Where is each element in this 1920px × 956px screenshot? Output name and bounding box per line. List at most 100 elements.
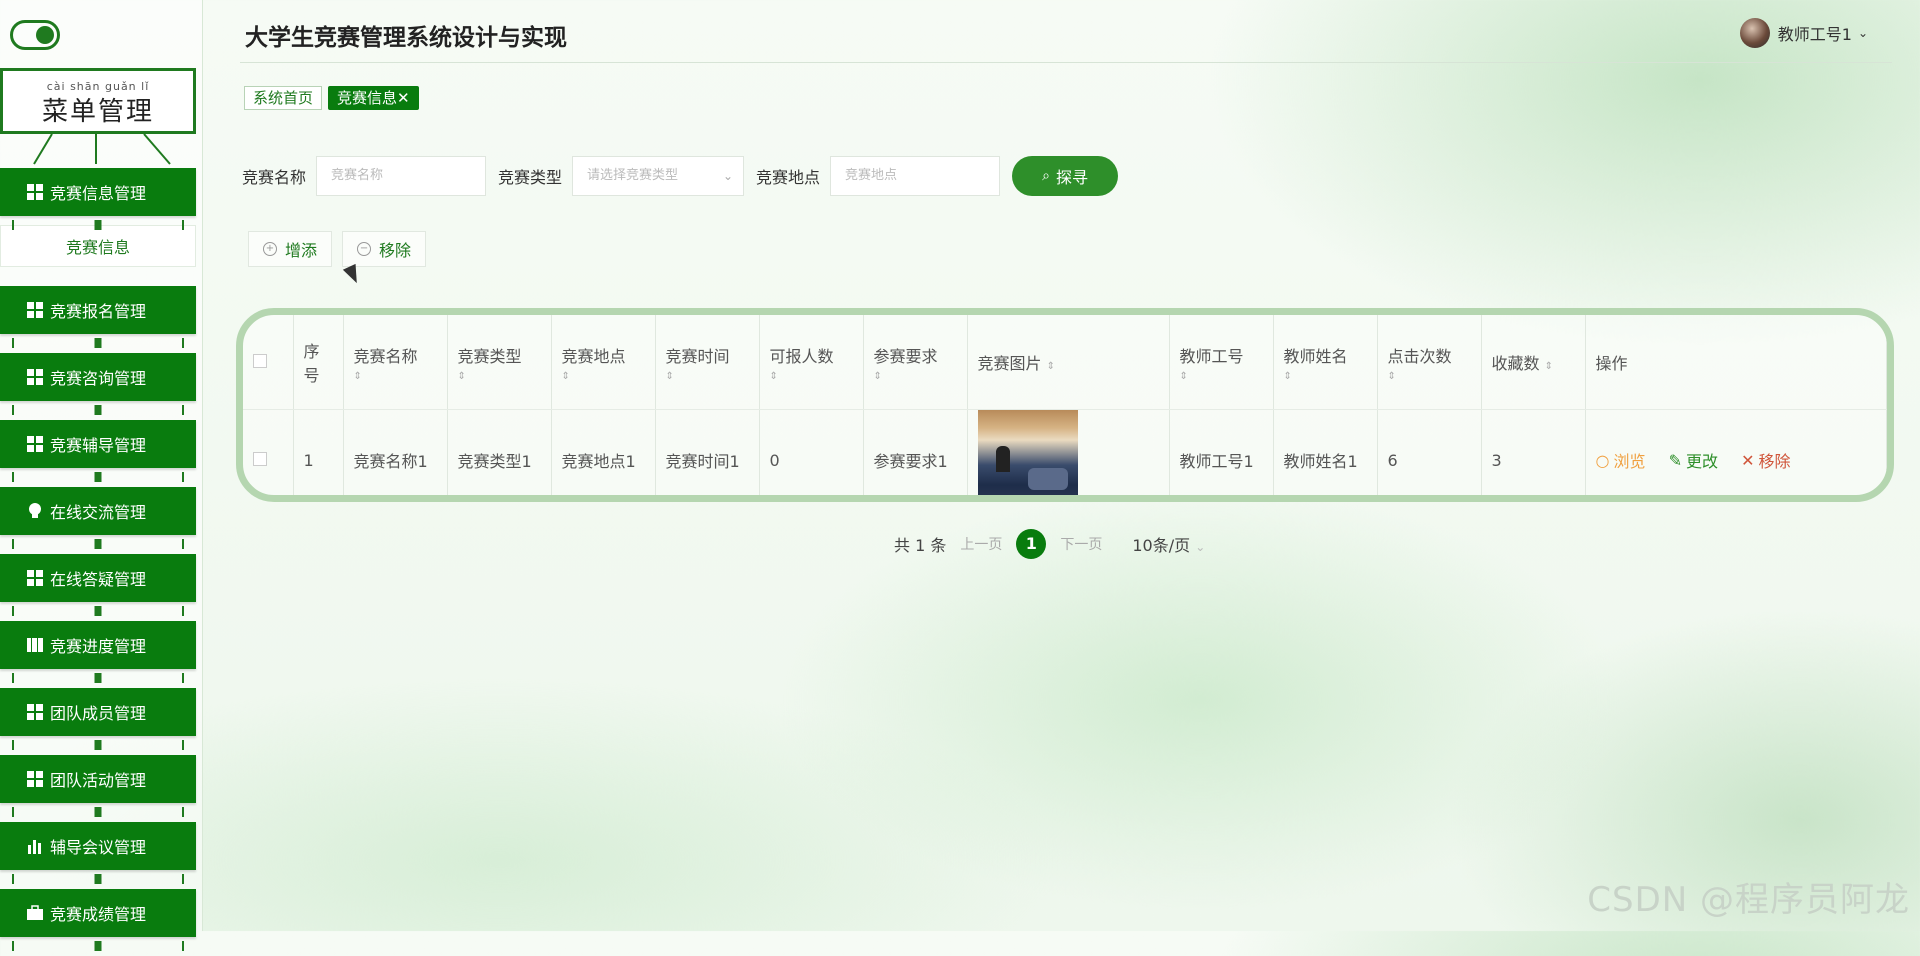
sort-icon[interactable]: ⇕ [1047,361,1055,372]
search-button-label: 探寻 [1055,168,1088,187]
type-select-placeholder: 请选择竞赛类型 [587,168,679,183]
competition-image[interactable] [977,410,1078,495]
col-teacher-id[interactable]: 教师工号 ⇕ [1169,315,1274,410]
col-capacity[interactable]: 可报人数 ⇕ [759,315,864,410]
sign-hanger [33,134,171,165]
sidebar-item-progress[interactable]: 竞赛进度管理 [0,621,196,683]
select-all-checkbox[interactable] [253,353,267,368]
col-ops: 操作 [1585,315,1887,410]
cell-clicks: 6 [1377,409,1482,495]
col-capacity-label: 可报人数 [769,346,834,366]
tab-label: 竞赛信息 [337,89,398,107]
sidebar-item-online-chat[interactable]: 在线交流管理 [0,487,196,549]
col-type[interactable]: 竞赛类型 ⇕ [447,315,552,410]
col-image[interactable]: 竞赛图片 ⇕ [967,315,1170,410]
col-teacher-id-label: 教师工号 [1179,346,1244,366]
data-table: 序号 竞赛名称 ⇕ 竞赛类型 ⇕ 竞赛地点 ⇕ 竞赛时间 ⇕ 可报人数 ⇕ 参赛要求 ⇕ 竞… [236,308,1894,502]
minus-circle-icon: − [357,242,372,256]
place-input[interactable]: 竞赛地点 [830,156,1001,196]
sidebar-item-label: 竞赛成绩管理 [50,905,147,924]
sidebar-item-consultation[interactable]: 竞赛咨询管理 [0,353,196,415]
col-favorites[interactable]: 收藏数 ⇕ [1481,315,1586,410]
type-select[interactable]: 请选择竞赛类型 ⌄ [572,156,745,196]
sort-icon[interactable]: ⇕ [354,371,437,382]
row-checkbox[interactable] [253,451,267,466]
chevron-down-icon: ⌄ [1857,26,1868,40]
col-place[interactable]: 竞赛地点 ⇕ [551,315,656,410]
close-icon[interactable]: ✕ [397,89,410,107]
sort-icon[interactable]: ⇕ [1180,371,1263,382]
sort-icon[interactable]: ⇕ [1388,371,1471,382]
sidebar-item-scores[interactable]: 竞赛成绩管理 [0,889,196,951]
sidebar-subitem-competition-info[interactable]: 竞赛信息 [0,225,196,267]
sort-icon[interactable]: ⇕ [1284,371,1367,382]
type-label: 竞赛类型 [498,168,563,187]
grid-icon [27,184,43,200]
app-title: 大学生竞赛管理系统设计与实现 [245,25,567,51]
view-button[interactable]: ○ 浏览 [1596,448,1646,472]
remove-button[interactable]: − 移除 [342,231,427,267]
delete-label: 移除 [1758,452,1791,471]
tab-home[interactable]: 系统首页 [244,86,323,110]
prev-page-button[interactable]: 上一页 [960,534,1002,554]
sidebar-item-label: 竞赛报名管理 [50,302,147,321]
pagination: 共 1 条 上一页 1 下一页 10条/页 ⌄ [894,529,1205,559]
sidebar-item-registration[interactable]: 竞赛报名管理 [0,286,196,348]
page-size-select[interactable]: 10条/页 ⌄ [1132,532,1205,556]
name-input[interactable]: 竞赛名称 [316,156,487,196]
toggle-knob [36,26,54,44]
col-image-label: 竞赛图片 [977,354,1042,373]
next-page-button[interactable]: 下一页 [1060,534,1102,554]
edit-button[interactable]: ✎ 更改 [1669,448,1718,472]
col-name[interactable]: 竞赛名称 ⇕ [343,315,448,410]
row-select-cell [243,409,294,495]
sidebar-item-competition-info[interactable]: 竞赛信息管理 [0,168,196,230]
cell-name: 竞赛名称1 [343,409,448,495]
grid-icon [27,771,43,787]
sidebar-item-online-qa[interactable]: 在线答疑管理 [0,554,196,616]
sort-icon[interactable]: ⇕ [458,371,541,382]
col-requirement[interactable]: 参赛要求 ⇕ [863,315,968,410]
header-divider [240,62,1892,63]
add-button[interactable]: + 增添 [248,231,333,267]
col-favorites-label: 收藏数 [1491,354,1540,373]
sidebar-item-meetings[interactable]: 辅导会议管理 [0,822,196,884]
sidebar-item-label: 团队活动管理 [50,771,147,790]
table-row: 1 竞赛名称1 竞赛类型1 竞赛地点1 竞赛时间1 0 参赛要求1 教师工号1 … [243,409,1887,495]
plus-circle-icon: + [263,242,277,256]
tab-label: 系统首页 [253,89,314,107]
col-teacher-name[interactable]: 教师姓名 ⇕ [1273,315,1378,410]
view-label: 浏览 [1613,452,1646,471]
sort-icon[interactable]: ⇕ [874,371,957,382]
search-button[interactable]: ⌕ 探寻 [1012,156,1119,196]
sidebar-item-label: 在线交流管理 [50,503,147,522]
close-icon: ✕ [1741,450,1755,470]
delete-button[interactable]: ✕ 移除 [1741,448,1790,472]
place-label: 竞赛地点 [756,168,821,187]
sort-icon[interactable]: ⇕ [666,371,749,382]
chevron-down-icon: ⌄ [722,169,734,183]
col-place-label: 竞赛地点 [561,346,626,366]
name-label: 竞赛名称 [242,168,307,187]
sidebar-item-team-activities[interactable]: 团队活动管理 [0,755,196,817]
table-header-row: 序号 竞赛名称 ⇕ 竞赛类型 ⇕ 竞赛地点 ⇕ 竞赛时间 ⇕ 可报人数 ⇕ 参赛要求 ⇕ 竞… [243,315,1887,410]
tab-competition-info[interactable]: 竞赛信息✕ [328,86,419,110]
cell-place: 竞赛地点1 [551,409,656,495]
cell-image [967,409,1170,495]
col-clicks[interactable]: 点击次数 ⇕ [1377,315,1482,410]
sidebar-item-label: 竞赛信息管理 [50,184,147,203]
sort-icon[interactable]: ⇕ [1545,361,1553,372]
user-menu[interactable]: 教师工号1 ⌄ [1739,18,1868,48]
sort-icon[interactable]: ⇕ [562,371,645,382]
book-icon [27,638,43,652]
cell-capacity: 0 [759,409,864,495]
sidebar-toggle[interactable] [10,20,60,50]
col-requirement-label: 参赛要求 [873,346,938,366]
sidebar-item-label: 竞赛进度管理 [50,637,147,656]
current-page[interactable]: 1 [1016,529,1047,559]
cell-time: 竞赛时间1 [655,409,760,495]
sort-icon[interactable]: ⇕ [770,371,853,382]
sidebar-item-tutoring[interactable]: 竞赛辅导管理 [0,420,196,482]
col-time[interactable]: 竞赛时间 ⇕ [655,315,760,410]
sidebar-item-team-members[interactable]: 团队成员管理 [0,688,196,750]
